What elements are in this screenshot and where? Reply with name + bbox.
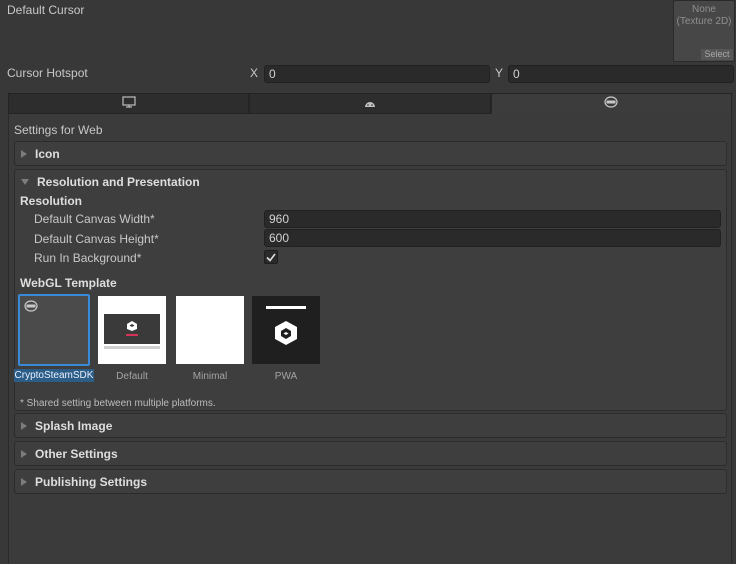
- pwa-header-bar: [266, 306, 306, 309]
- checkmark-icon: [266, 253, 276, 262]
- settings-for-web-title: Settings for Web: [14, 123, 103, 137]
- other-settings-foldout[interactable]: Other Settings: [14, 441, 727, 466]
- splash-image-foldout[interactable]: Splash Image: [14, 413, 727, 438]
- splash-section-title: Splash Image: [35, 419, 113, 433]
- hotspot-y-input[interactable]: 0: [508, 65, 734, 83]
- template-pwa[interactable]: PWA: [248, 294, 324, 382]
- android-icon: [364, 97, 376, 111]
- template-thumbnail: [98, 296, 166, 364]
- template-label: Default: [116, 371, 148, 382]
- template-default[interactable]: Default: [94, 294, 170, 382]
- platform-tabbar: [8, 93, 732, 114]
- publishing-settings-foldout[interactable]: Publishing Settings: [14, 469, 727, 494]
- default-cursor-label: Default Cursor: [7, 3, 85, 17]
- foldout-arrow-icon: [21, 179, 29, 185]
- monitor-icon: [122, 96, 136, 111]
- default-preview-footer: [104, 346, 160, 349]
- foldout-arrow-icon: [21, 422, 27, 430]
- hotspot-x-label: X: [250, 66, 259, 80]
- template-minimal[interactable]: Minimal: [170, 294, 246, 382]
- publishing-section-title: Publishing Settings: [35, 475, 148, 489]
- template-label: CryptoSteamSDK: [14, 369, 94, 382]
- tab-webgl[interactable]: [490, 93, 732, 114]
- cursor-hotspot-label: Cursor Hotspot: [7, 66, 88, 80]
- template-label: Minimal: [192, 371, 228, 382]
- texture-none-label: None: [692, 4, 716, 15]
- canvas-height-input[interactable]: 600: [264, 229, 721, 247]
- run-in-background-checkbox[interactable]: [264, 250, 278, 264]
- webgl-icon: [24, 300, 38, 315]
- shared-setting-note: * Shared setting between multiple platfo…: [20, 398, 216, 409]
- foldout-arrow-icon: [21, 150, 27, 158]
- cursor-texture-field[interactable]: None (Texture 2D) Select: [673, 0, 735, 62]
- tab-standalone[interactable]: [8, 93, 250, 114]
- texture-select-button[interactable]: Select: [701, 49, 733, 60]
- icon-section-title: Icon: [35, 147, 60, 161]
- canvas-width-label: Default Canvas Width*: [34, 212, 155, 226]
- progress-bar-icon: [126, 334, 138, 336]
- canvas-width-input[interactable]: 960: [264, 210, 721, 228]
- resolution-section-title: Resolution and Presentation: [37, 175, 200, 189]
- texture-value-text: None (Texture 2D): [674, 4, 734, 28]
- icon-foldout[interactable]: Icon: [14, 141, 727, 166]
- resolution-heading: Resolution: [20, 194, 82, 208]
- other-section-title: Other Settings: [35, 447, 118, 461]
- unity-logo-icon: [272, 319, 300, 350]
- tab-android[interactable]: [249, 93, 491, 114]
- template-cryptosteamsdk[interactable]: CryptoSteamSDK: [14, 294, 94, 382]
- template-thumbnail: [252, 296, 320, 364]
- template-thumbnail: [176, 296, 244, 364]
- hotspot-x-input[interactable]: 0: [264, 65, 490, 83]
- unity-logo-icon: [126, 320, 138, 335]
- webgl-template-heading: WebGL Template: [20, 276, 117, 290]
- template-label: PWA: [274, 371, 298, 382]
- hotspot-y-label: Y: [495, 66, 504, 80]
- default-preview-canvas: [104, 314, 160, 344]
- webgl-icon: [604, 96, 618, 111]
- texture-type-label: (Texture 2D): [676, 16, 732, 27]
- foldout-arrow-icon: [21, 450, 27, 458]
- resolution-foldout-header[interactable]: Resolution and Presentation: [21, 170, 200, 194]
- template-thumbnail: [18, 294, 90, 366]
- run-in-background-label: Run In Background*: [34, 251, 142, 265]
- canvas-height-label: Default Canvas Height*: [34, 232, 159, 246]
- foldout-arrow-icon: [21, 478, 27, 486]
